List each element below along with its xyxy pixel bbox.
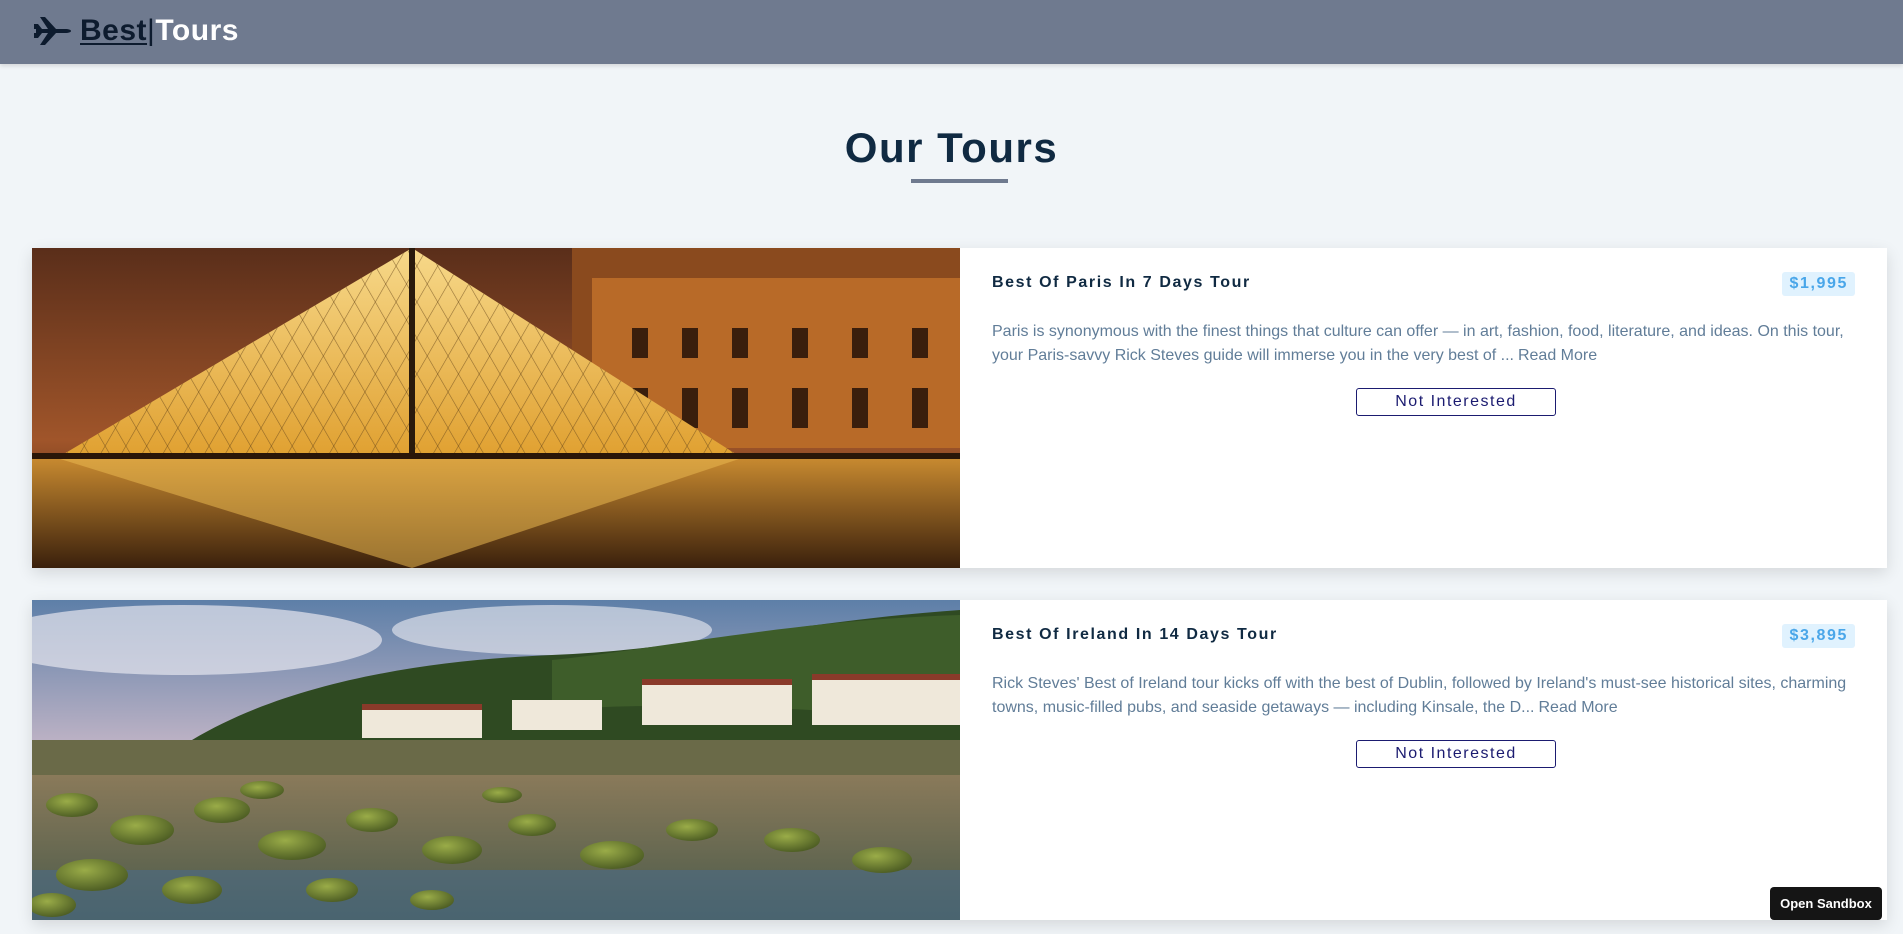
logo[interactable]: Best|Tours [34, 11, 239, 51]
tour-info: Best Of Ireland In 14 Days Tour $3,895 R… [992, 600, 1887, 920]
read-more-button[interactable]: Read More [1539, 699, 1618, 716]
tour-description: Paris is synonymous with the finest thin… [992, 320, 1852, 368]
tour-name: Best Of Ireland In 14 Days Tour [992, 626, 1278, 643]
brand-name: Best|Tours [80, 16, 239, 46]
tour-image-paris [32, 248, 960, 568]
open-sandbox-button[interactable]: Open Sandbox [1770, 887, 1882, 920]
page-title: Our Tours [844, 124, 1059, 171]
tour-info: Best Of Paris In 7 Days Tour $1,995 Pari… [992, 248, 1887, 568]
tour-image-ireland [32, 600, 960, 920]
tour-description-text: Rick Steves' Best of Ireland tour kicks … [992, 675, 1847, 716]
read-more-button[interactable]: Read More [1518, 347, 1597, 364]
navbar: Best|Tours [0, 0, 1903, 64]
title-underline [911, 179, 1008, 183]
brand-best: Best [80, 14, 148, 47]
airplane-icon [34, 17, 71, 45]
tour-description: Rick Steves' Best of Ireland tour kicks … [992, 672, 1852, 720]
not-interested-button[interactable]: Not Interested [1356, 388, 1556, 416]
tour-card-ireland: Best Of Ireland In 14 Days Tour $3,895 R… [32, 600, 1887, 920]
tour-name: Best Of Paris In 7 Days Tour [992, 274, 1251, 291]
brand-tours: Tours [155, 14, 239, 47]
tour-price: $3,895 [1782, 624, 1855, 648]
tour-price: $1,995 [1782, 272, 1855, 296]
tour-description-text: Paris is synonymous with the finest thin… [992, 323, 1844, 364]
not-interested-button[interactable]: Not Interested [1356, 740, 1556, 768]
tour-card-paris: Best Of Paris In 7 Days Tour $1,995 Pari… [32, 248, 1887, 568]
